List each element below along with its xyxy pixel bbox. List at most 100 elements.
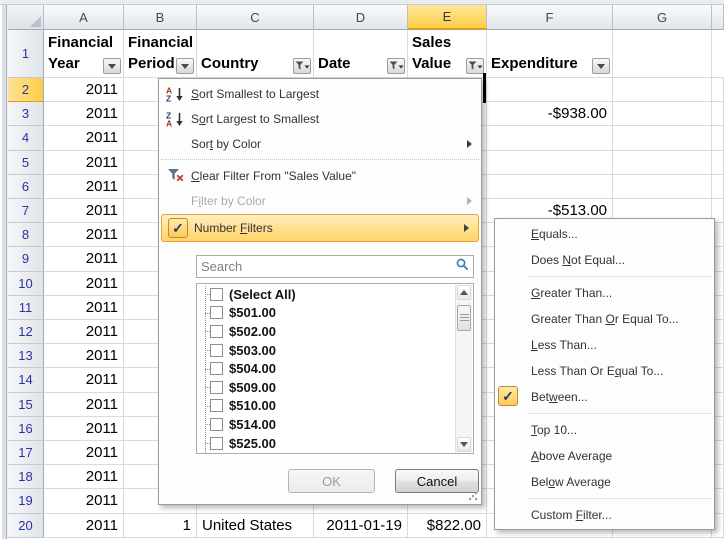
- cell-a2[interactable]: 2011: [44, 78, 124, 102]
- cell-g3[interactable]: [613, 102, 712, 126]
- submenu-item-does-not-equal[interactable]: Does Not Equal...: [495, 247, 714, 273]
- cell-a10[interactable]: 2011: [44, 272, 124, 296]
- row-header-9[interactable]: 9: [8, 247, 44, 271]
- filter-applied-button-c[interactable]: [293, 58, 311, 74]
- menu-item-sort-smallest-to-largest[interactable]: AZSort Smallest to Largest: [159, 81, 481, 106]
- row-header-6[interactable]: 6: [8, 175, 44, 199]
- row-header-14[interactable]: 14: [8, 368, 44, 392]
- column-header-c[interactable]: C: [197, 5, 314, 30]
- header-cell-empty[interactable]: [712, 30, 724, 78]
- select-all-corner[interactable]: [8, 5, 44, 30]
- row-header-15[interactable]: 15: [8, 393, 44, 417]
- column-header-b[interactable]: B: [124, 5, 197, 30]
- search-box[interactable]: [196, 255, 474, 278]
- cell-a11[interactable]: 2011: [44, 296, 124, 320]
- cell-partial[interactable]: [712, 126, 724, 150]
- submenu-item-top-10[interactable]: Top 10...: [495, 417, 714, 443]
- cell-a7[interactable]: 2011: [44, 199, 124, 223]
- cell-d20[interactable]: 2011-01-19: [314, 514, 408, 538]
- menu-item-sort-largest-to-smallest[interactable]: ZASort Largest to Smallest: [159, 106, 481, 131]
- filter-dropdown-button-b[interactable]: [176, 58, 194, 74]
- submenu-item-equals[interactable]: Equals...: [495, 221, 714, 247]
- row-header-11[interactable]: 11: [8, 296, 44, 320]
- cell-a5[interactable]: 2011: [44, 151, 124, 175]
- filter-value-item-510-00[interactable]: $510.00: [197, 397, 455, 416]
- cell-f6[interactable]: [487, 175, 613, 199]
- submenu-item-between[interactable]: ✓Between...: [495, 384, 714, 410]
- filter-value-item-partial[interactable]: [197, 452, 455, 454]
- filter-value-item-504-00[interactable]: $504.00: [197, 359, 455, 378]
- cell-f2[interactable]: [487, 78, 613, 102]
- checkbox-unchecked[interactable]: [210, 437, 223, 450]
- row-header-7[interactable]: 7: [8, 199, 44, 223]
- cell-a6[interactable]: 2011: [44, 175, 124, 199]
- row-header-5[interactable]: 5: [8, 151, 44, 175]
- filter-applied-button-e[interactable]: [466, 58, 484, 74]
- cell-a3[interactable]: 2011: [44, 102, 124, 126]
- cell-b20[interactable]: 1: [124, 514, 197, 538]
- scroll-thumb[interactable]: [457, 305, 471, 331]
- filter-applied-button-d[interactable]: [387, 58, 405, 74]
- cell-a4[interactable]: 2011: [44, 126, 124, 150]
- cell-f3[interactable]: -$938.00: [487, 102, 613, 126]
- menu-item-number-filters[interactable]: ✓Number Filters: [161, 214, 479, 242]
- cell-a9[interactable]: 2011: [44, 247, 124, 271]
- filter-value-item-525-00[interactable]: $525.00: [197, 434, 455, 453]
- submenu-item-below-average[interactable]: Below Average: [495, 469, 714, 495]
- row-header-1[interactable]: 1: [8, 30, 44, 78]
- submenu-item-greater-than-or-equal-to[interactable]: Greater Than Or Equal To...: [495, 306, 714, 332]
- filter-value-item-509-00[interactable]: $509.00: [197, 378, 455, 397]
- submenu-item-greater-than[interactable]: Greater Than...: [495, 280, 714, 306]
- column-header-e[interactable]: E: [408, 5, 487, 30]
- submenu-item-custom-filter[interactable]: Custom Filter...: [495, 502, 714, 528]
- column-header-f[interactable]: F: [487, 5, 613, 30]
- cell-a19[interactable]: 2011: [44, 489, 124, 513]
- cell-a12[interactable]: 2011: [44, 320, 124, 344]
- checkbox-unchecked[interactable]: [210, 418, 223, 431]
- submenu-item-less-than-or-equal-to[interactable]: Less Than Or Equal To...: [495, 358, 714, 384]
- row-header-20[interactable]: 20: [8, 514, 44, 538]
- scroll-down-icon[interactable]: [457, 437, 471, 452]
- checkbox-unchecked[interactable]: [210, 399, 223, 412]
- cell-a13[interactable]: 2011: [44, 344, 124, 368]
- cancel-button[interactable]: Cancel: [395, 469, 479, 493]
- cell-g2[interactable]: [613, 78, 712, 102]
- cell-f5[interactable]: [487, 151, 613, 175]
- row-header-2[interactable]: 2: [8, 78, 44, 102]
- checkbox-unchecked[interactable]: [210, 288, 223, 301]
- column-header-a[interactable]: A: [44, 5, 124, 30]
- submenu-item-less-than[interactable]: Less Than...: [495, 332, 714, 358]
- cell-a17[interactable]: 2011: [44, 441, 124, 465]
- filter-value-item-502-00[interactable]: $502.00: [197, 322, 455, 341]
- checkbox-unchecked[interactable]: [210, 306, 223, 319]
- cell-partial[interactable]: [712, 78, 724, 102]
- scrollbar[interactable]: [455, 285, 472, 452]
- menu-item-sort-by-color[interactable]: Sort by Color: [159, 131, 481, 156]
- filter-value-item-514-00[interactable]: $514.00: [197, 415, 455, 434]
- checkbox-unchecked[interactable]: [210, 381, 223, 394]
- filter-value-item-501-00[interactable]: $501.00: [197, 304, 455, 323]
- search-input[interactable]: [201, 259, 456, 274]
- cell-g4[interactable]: [613, 126, 712, 150]
- row-header-16[interactable]: 16: [8, 417, 44, 441]
- checkbox-unchecked[interactable]: [210, 362, 223, 375]
- resize-grip[interactable]: [468, 491, 478, 501]
- row-header-10[interactable]: 10: [8, 272, 44, 296]
- cell-a8[interactable]: 2011: [44, 223, 124, 247]
- filter-dropdown-button-f[interactable]: [592, 58, 610, 74]
- cell-g6[interactable]: [613, 175, 712, 199]
- row-header-3[interactable]: 3: [8, 102, 44, 126]
- checkbox-unchecked[interactable]: [210, 344, 223, 357]
- cell-partial[interactable]: [712, 175, 724, 199]
- filter-dropdown-button-a[interactable]: [103, 58, 121, 74]
- cell-a16[interactable]: 2011: [44, 417, 124, 441]
- row-header-17[interactable]: 17: [8, 441, 44, 465]
- checkbox-unchecked[interactable]: [210, 325, 223, 338]
- cell-e20[interactable]: $822.00: [408, 514, 487, 538]
- column-header-partial[interactable]: [712, 5, 724, 30]
- column-header-d[interactable]: D: [314, 5, 408, 30]
- row-header-12[interactable]: 12: [8, 320, 44, 344]
- submenu-item-above-average[interactable]: Above Average: [495, 443, 714, 469]
- filter-value-item-503-00[interactable]: $503.00: [197, 341, 455, 360]
- row-header-18[interactable]: 18: [8, 465, 44, 489]
